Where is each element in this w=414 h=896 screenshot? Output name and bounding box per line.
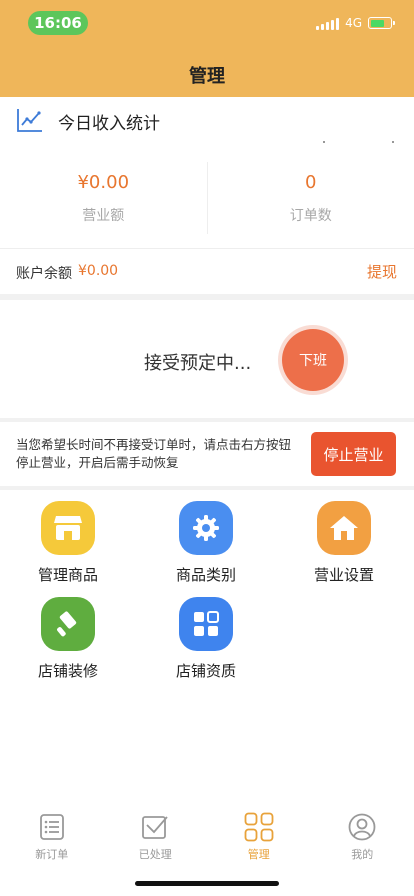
section-gap [0,486,414,490]
income-stats-title: 今日收入统计 [58,114,160,134]
income-stats: ¥0.00 营业额 0 订单数 [0,158,414,234]
tab-label: 我的 [351,848,374,861]
revenue-label: 营业额 [82,208,125,224]
home-indicator [135,881,279,886]
status-indicators: 4G [316,16,395,30]
orders-value: 0 [305,172,317,193]
app-header: 16:06 4G 管理 [0,0,414,97]
grid-label: 店铺装修 [37,662,98,680]
bottom-tab-bar: 新订单 已处理 管理 我的 [0,804,414,874]
grid-label: 营业设置 [313,566,374,584]
line-chart-icon [17,109,42,132]
tab-mine[interactable]: 我的 [311,804,414,874]
shop-icon [41,501,95,555]
check-box-icon [140,812,170,842]
decorative-dot [392,141,394,143]
user-icon [347,812,377,842]
grid-label: 商品类别 [175,566,236,584]
list-icon [37,812,67,842]
battery-icon [368,17,395,29]
orders-label: 订单数 [289,208,332,224]
balance-label: 账户余额 [16,266,72,282]
grid-icon [244,812,274,842]
tab-label: 已处理 [138,848,172,861]
tab-new-orders[interactable]: 新订单 [0,804,104,874]
grid-item-product-categories[interactable]: 商品类别 [156,501,256,585]
grid-item-store-decoration[interactable]: 店铺装修 [18,597,118,681]
accepting-status: 接受预定中... [144,353,252,374]
decorative-dot [323,141,325,143]
network-label: 4G [345,16,362,30]
page-title: 管理 [189,66,225,87]
grid-item-store-qualification[interactable]: 店铺资质 [156,597,256,681]
grid-item-manage-products[interactable]: 管理商品 [18,501,118,585]
balance-row: 账户余额 ¥0.00 提现 [0,249,414,294]
tab-label: 管理 [247,848,270,861]
grid-label: 店铺资质 [175,662,236,680]
grid-label: 管理商品 [37,566,98,584]
tab-label: 新订单 [35,848,69,861]
status-time: 16:06 [28,11,88,35]
brush-icon [41,597,95,651]
stop-business-button[interactable]: 停止营业 [311,432,396,476]
stop-business-row: 当您希望长时间不再接受订单时，请点击右方按钮停止营业，开启后需手动恢复 停止营业 [0,422,414,486]
balance-value: ¥0.00 [78,263,119,279]
orders-stat: 0 订单数 [208,158,414,234]
gear-icon [179,501,233,555]
revenue-stat: ¥0.00 营业额 [0,158,207,234]
apps-icon [179,597,233,651]
accepting-section: 接受预定中... [0,300,414,418]
income-stats-header: 今日收入统计 [0,97,414,145]
signal-icon [316,17,340,30]
stop-business-hint: 当您希望长时间不再接受订单时，请点击右方按钮停止营业，开启后需手动恢复 [16,437,292,470]
tab-processed[interactable]: 已处理 [104,804,208,874]
grid-item-business-settings[interactable]: 营业设置 [294,501,394,585]
withdraw-button[interactable]: 提现 [367,261,397,282]
home-icon [317,501,371,555]
tab-manage[interactable]: 管理 [207,804,311,874]
revenue-value: ¥0.00 [77,172,130,193]
off-duty-button[interactable]: 下班 [282,329,344,391]
